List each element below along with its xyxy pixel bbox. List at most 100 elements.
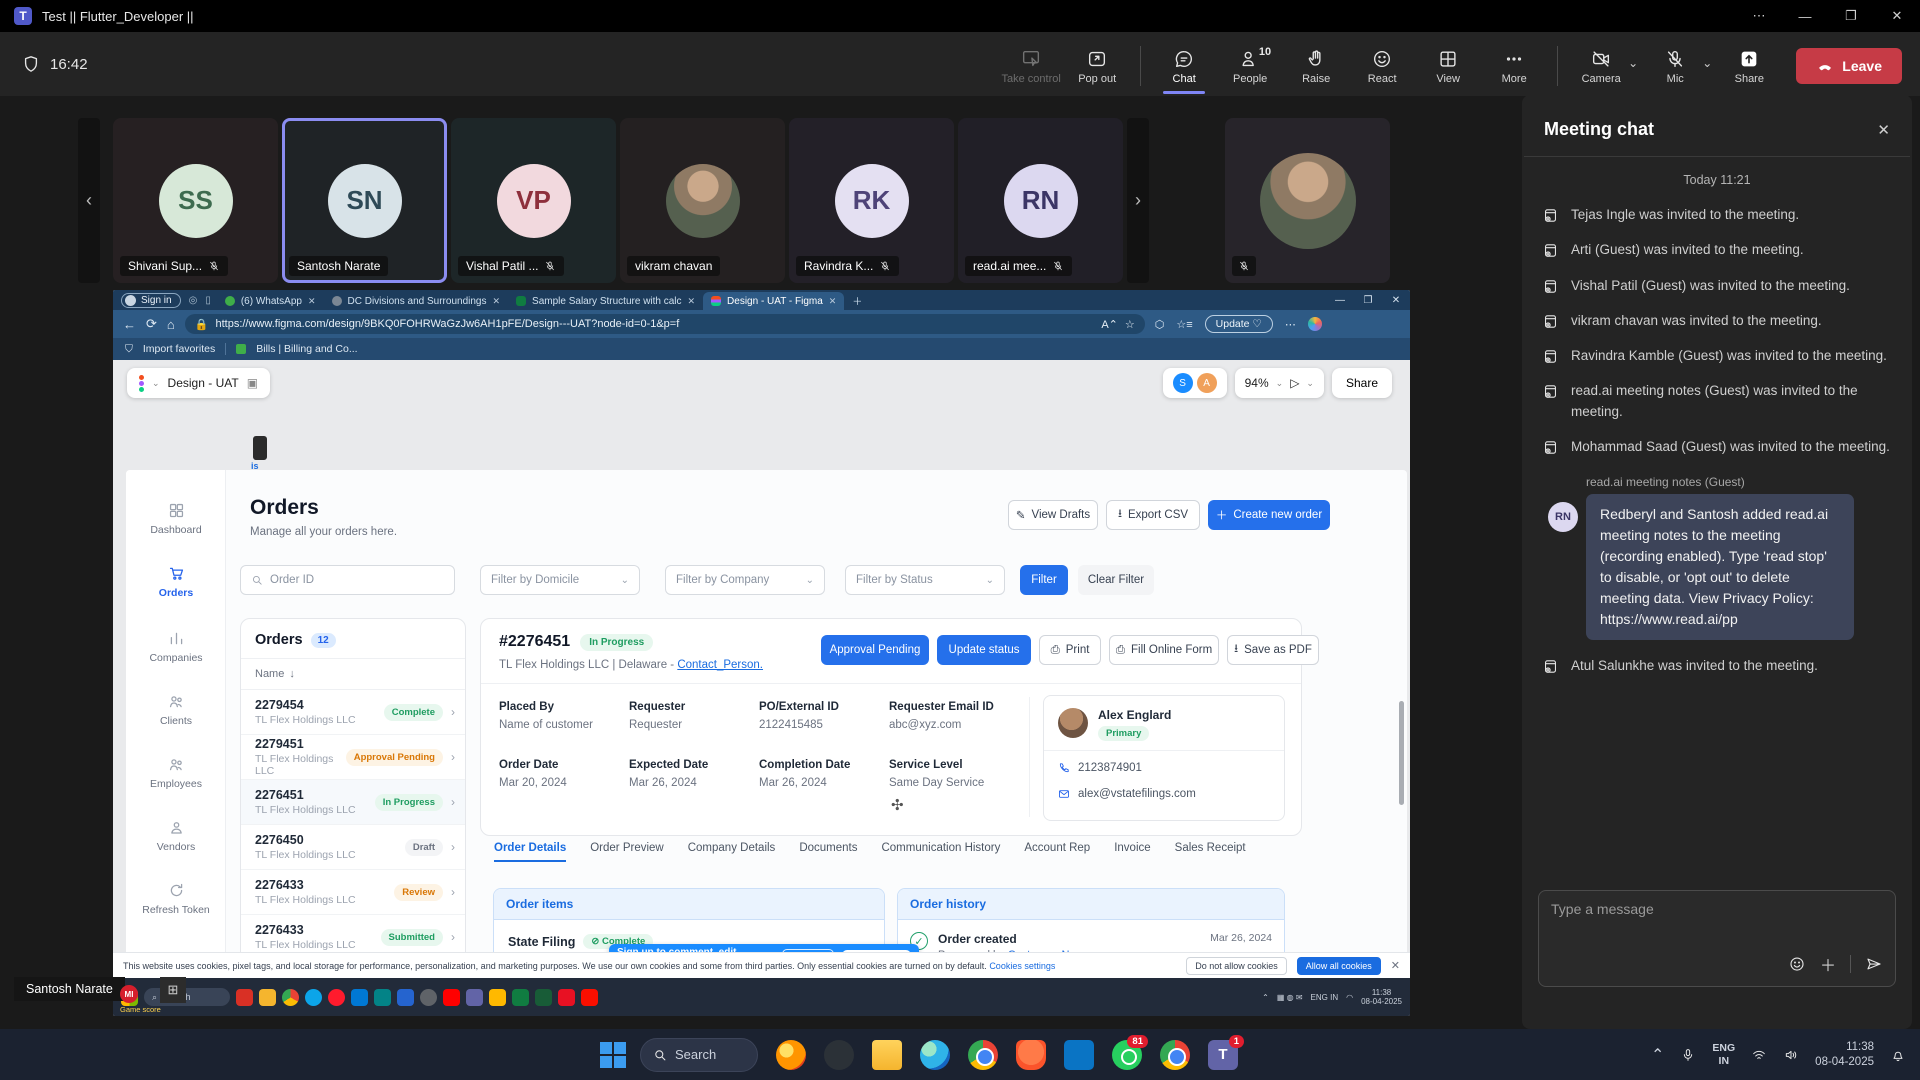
remote-app-icon[interactable]: [581, 989, 598, 1006]
back-icon[interactable]: ←: [123, 317, 136, 332]
browser-maximize-icon[interactable]: ❐: [1354, 295, 1382, 306]
taskbar-clock[interactable]: 11:3808-04-2025: [1815, 1040, 1874, 1069]
sidebar-item-refresh-token[interactable]: Refresh Token: [126, 882, 226, 916]
chat-message-bubble[interactable]: Redberyl and Santosh added read.ai meeti…: [1586, 494, 1854, 640]
send-icon[interactable]: [1865, 955, 1883, 973]
cookie-settings-link[interactable]: Cookies settings: [989, 961, 1055, 971]
tray-mic-icon[interactable]: [1680, 1047, 1696, 1063]
notification-bell-icon[interactable]: [1890, 1047, 1906, 1063]
save-as-pdf-button[interactable]: ⭳Save as PDF: [1227, 635, 1319, 665]
camera-button[interactable]: Camera: [1568, 42, 1634, 85]
figma-zoom-control[interactable]: 94% ⌄ ▷ ⌄: [1235, 368, 1324, 398]
video-tile[interactable]: vikram chavan: [620, 118, 785, 283]
cookie-close-icon[interactable]: ✕: [1391, 959, 1400, 972]
approval-pending-button[interactable]: Approval Pending: [821, 635, 929, 665]
deny-cookies-button[interactable]: Do not allow cookies: [1186, 957, 1287, 975]
tiles-scroll-right-icon[interactable]: ›: [1127, 118, 1149, 283]
video-tile[interactable]: RK Ravindra K...: [789, 118, 954, 283]
home-icon[interactable]: ⌂: [167, 317, 175, 332]
taskbar-icon-brave[interactable]: [1016, 1040, 1046, 1070]
browser-tab[interactable]: DC Divisions and Surroundings✕: [324, 292, 509, 310]
sidebar-item-employees[interactable]: Employees: [126, 756, 226, 790]
tab-invoice[interactable]: Invoice: [1114, 842, 1150, 862]
allow-cookies-button[interactable]: Allow all cookies: [1297, 957, 1381, 975]
sidebar-item-clients[interactable]: Clients: [126, 693, 226, 727]
print-button[interactable]: ⎙Print: [1039, 635, 1101, 665]
figma-collaborators[interactable]: S A: [1163, 368, 1227, 398]
leave-button[interactable]: Leave: [1796, 48, 1902, 84]
layout-panel-icon[interactable]: ▣: [247, 376, 258, 390]
remote-app-icon[interactable]: [351, 989, 368, 1006]
contact-person-link[interactable]: Contact_Person.: [677, 659, 763, 671]
browser-tab[interactable]: (6) WhatsApp✕: [217, 292, 324, 310]
filter-button[interactable]: Filter: [1020, 565, 1068, 595]
sidebar-item-vendors[interactable]: Vendors: [126, 819, 226, 853]
remote-app-icon[interactable]: [374, 989, 391, 1006]
remote-app-icon[interactable]: [259, 989, 276, 1006]
contact-email[interactable]: alex@vstatefilings.com: [1078, 788, 1196, 800]
emoji-icon[interactable]: [1788, 955, 1806, 973]
filter-status-select[interactable]: Filter by Status⌄: [845, 565, 1005, 595]
canvas-scrollbar[interactable]: [1399, 701, 1404, 805]
vertical-tabs-icon[interactable]: ▯: [205, 295, 211, 306]
people-button[interactable]: 10 People: [1217, 42, 1283, 85]
window-more-icon[interactable]: ⋯: [1736, 0, 1782, 32]
tab-order-preview[interactable]: Order Preview: [590, 842, 664, 862]
remote-app-icon[interactable]: [558, 989, 575, 1006]
remote-app-icon[interactable]: [489, 989, 506, 1006]
order-row[interactable]: 2276450TL Flex Holdings LLCDraft›: [241, 825, 465, 870]
speaker-icon[interactable]: [1783, 1047, 1799, 1063]
refresh-icon[interactable]: ⟳: [146, 316, 157, 332]
chat-close-icon[interactable]: ✕: [1877, 121, 1890, 139]
new-tab-icon[interactable]: ＋: [852, 293, 862, 308]
taskbar-icon-edge[interactable]: [920, 1040, 950, 1070]
tab-account-rep[interactable]: Account Rep: [1024, 842, 1090, 862]
window-close-icon[interactable]: ✕: [1874, 0, 1920, 32]
create-new-order-button[interactable]: ＋Create new order: [1208, 500, 1330, 530]
tab-order-details[interactable]: Order Details: [494, 842, 566, 862]
browser-tab[interactable]: Sample Salary Structure with calc✕: [508, 292, 703, 310]
filter-company-select[interactable]: Filter by Company⌄: [665, 565, 825, 595]
contact-phone[interactable]: 2123874901: [1078, 762, 1142, 774]
update-status-button[interactable]: Update status: [937, 635, 1031, 665]
view-drafts-button[interactable]: ✎View Drafts: [1008, 500, 1098, 530]
sidebar-item-dashboard[interactable]: Dashboard: [126, 502, 226, 536]
remote-app-icon[interactable]: [305, 989, 322, 1006]
sidebar-item-companies[interactable]: Companies: [126, 630, 226, 664]
remote-tray-chevron[interactable]: ⌃: [1262, 993, 1269, 1002]
bookmark-link[interactable]: Bills | Billing and Co...: [256, 343, 357, 355]
taskbar-icon-vscode[interactable]: [1064, 1040, 1094, 1070]
pop-out-button[interactable]: Pop out: [1064, 42, 1130, 85]
taskbar-icon-firefox[interactable]: [776, 1040, 806, 1070]
browser-minimize-icon[interactable]: —: [1326, 295, 1354, 306]
video-tile-active-speaker[interactable]: SN Santosh Narate: [282, 118, 447, 283]
remote-app-icon[interactable]: [535, 989, 552, 1006]
video-tile[interactable]: SS Shivani Sup...: [113, 118, 278, 283]
extensions-icon[interactable]: ⬡: [1155, 318, 1165, 331]
browser-update-button[interactable]: Update ♡: [1205, 315, 1273, 333]
browser-tab-active[interactable]: Design - UAT - Figma✕: [703, 292, 844, 310]
chat-message-input[interactable]: [1551, 901, 1831, 917]
tab-close-icon[interactable]: ✕: [492, 296, 500, 307]
export-csv-button[interactable]: ⭳Export CSV: [1106, 500, 1200, 530]
remote-app-icon[interactable]: [236, 989, 253, 1006]
order-row[interactable]: 2279454TL Flex Holdings LLCComplete›: [241, 690, 465, 735]
mic-button[interactable]: Mic: [1642, 42, 1708, 85]
more-button[interactable]: More: [1481, 42, 1547, 85]
remote-app-icon[interactable]: [512, 989, 529, 1006]
video-tile[interactable]: VP Vishal Patil ...: [451, 118, 616, 283]
present-icon[interactable]: ▷: [1290, 376, 1299, 390]
clear-filter-button[interactable]: Clear Filter: [1078, 565, 1154, 595]
favorites-list-icon[interactable]: ☆≡: [1176, 318, 1192, 331]
order-row[interactable]: 2279451TL Flex Holdings LLCApproval Pend…: [241, 735, 465, 780]
order-row[interactable]: 2276433TL Flex Holdings LLCReview›: [241, 870, 465, 915]
tiles-scroll-left-icon[interactable]: ‹: [78, 118, 100, 283]
tab-close-icon[interactable]: ✕: [829, 296, 837, 307]
react-button[interactable]: React: [1349, 42, 1415, 85]
remote-app-icon[interactable]: [282, 989, 299, 1006]
sort-desc-icon[interactable]: ↓: [289, 668, 295, 680]
remote-app-icon[interactable]: [420, 989, 437, 1006]
remote-app-icon[interactable]: [397, 989, 414, 1006]
chat-compose-box[interactable]: ＋: [1538, 890, 1896, 987]
share-button[interactable]: Share: [1716, 42, 1782, 85]
